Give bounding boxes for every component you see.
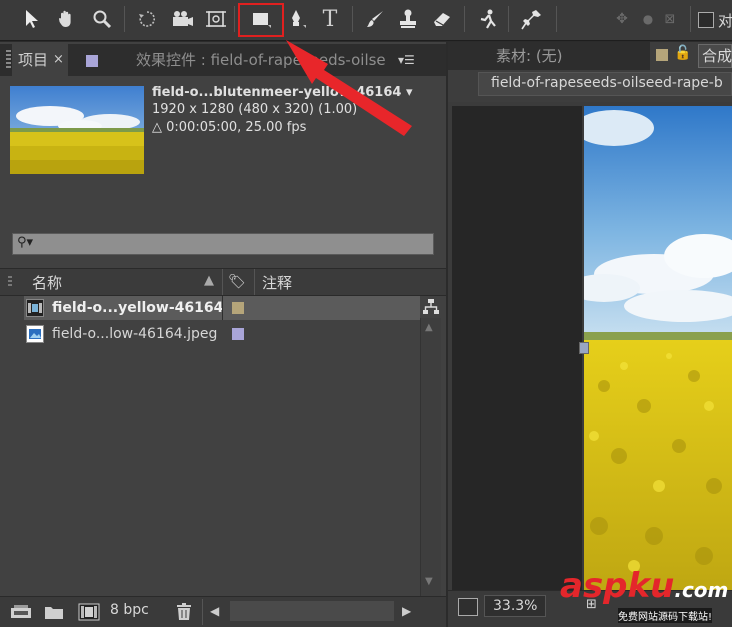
tab-footage[interactable]: 素材: (无) (496, 45, 563, 66)
always-preview-icon[interactable] (458, 598, 478, 616)
watermark-logo: aspku.com (560, 566, 728, 606)
zoom-dropdown[interactable]: 33.3% (484, 595, 546, 617)
pan-behind-tool-icon[interactable] (202, 5, 230, 33)
interpret-footage-icon[interactable] (10, 604, 32, 624)
new-composition-icon[interactable] (78, 603, 100, 625)
sort-ascending-icon[interactable]: ▲ (204, 273, 214, 288)
snapping-checkbox[interactable] (698, 12, 714, 28)
project-column-header: 名称 ▲ 🏷 注释 (0, 268, 446, 296)
axis-mode-icon[interactable]: ✥ (608, 5, 636, 33)
tab-close-icon[interactable]: × (53, 44, 64, 76)
pen-tool-icon[interactable] (282, 5, 310, 33)
composition-preview-image[interactable] (584, 106, 732, 590)
clone-stamp-tool-icon[interactable] (394, 5, 422, 33)
watermark-slogan: 免费网站源码下载站! (618, 608, 713, 623)
image-file-icon (26, 325, 44, 343)
toolbar-separator (124, 6, 125, 32)
project-search-input[interactable]: ⚲▾ (12, 233, 434, 255)
comp-label-color-icon (656, 49, 668, 61)
column-divider (222, 269, 223, 295)
camera-tool-icon[interactable] (168, 5, 196, 33)
tab-effect-controls[interactable]: 效果控件 : field-of-rapeseeds-oilse (136, 44, 394, 76)
horizontal-scrollbar[interactable] (230, 601, 394, 621)
flowchart-icon[interactable] (422, 298, 440, 316)
label-color-swatch[interactable] (232, 302, 244, 314)
label-color-swatch[interactable] (232, 328, 244, 340)
column-divider (254, 269, 255, 295)
composition-dropdown[interactable]: field-of-rapeseeds-oilseed-rape-b (478, 72, 732, 96)
tab-project-label: 项目 (18, 51, 49, 69)
toolbar-separator (234, 6, 235, 32)
project-item-dimensions: 1920 x 1280 (480 x 320) (1.00) (152, 102, 358, 117)
toolbar-separator (352, 6, 353, 32)
scroll-up-icon[interactable]: ▲ (425, 322, 433, 333)
bottombar-divider (202, 599, 203, 625)
lock-icon[interactable]: 🔓 (674, 45, 691, 61)
project-scrollbar[interactable]: ▲ ▼ (420, 318, 441, 596)
toolbar-separator (464, 6, 465, 32)
layer-handle[interactable] (579, 342, 589, 354)
viewer-tabbar: 素材: (无) 🔓 合成 (448, 42, 732, 70)
rotation-tool-icon[interactable] (133, 5, 161, 33)
scroll-left-icon[interactable]: ◀ (210, 604, 219, 618)
brush-tool-icon[interactable] (362, 5, 390, 33)
view-axis-icon[interactable]: ⊠ (656, 5, 684, 33)
toolbar-separator (690, 6, 691, 32)
puppet-tool-icon[interactable] (518, 5, 546, 33)
project-item-name: field-o...low-46164.jpeg (52, 326, 218, 342)
project-item-row[interactable]: field-o...low-46164.jpeg (24, 322, 420, 346)
tab-composition-label[interactable]: 合成 (702, 45, 732, 66)
label-tag-icon[interactable]: 🏷 (228, 274, 246, 290)
composition-pasteboard (452, 106, 582, 590)
watermark-brand: aspku (560, 566, 675, 606)
project-item-name: field-o...yellow-46164 (52, 300, 224, 316)
composition-icon (26, 299, 44, 317)
project-panel-tabbar: 项目 × 效果控件 : field-of-rapeseeds-oilse ▾☰ (0, 44, 446, 76)
watermark-domain-suffix: .com (674, 578, 729, 602)
eraser-tool-icon[interactable] (428, 5, 456, 33)
rectangle-tool-highlight (238, 3, 284, 37)
column-name-header[interactable]: 名称 (32, 272, 62, 293)
snapping-label: 对 (718, 12, 732, 30)
new-folder-icon[interactable] (44, 604, 64, 624)
zoom-tool-icon[interactable] (88, 5, 116, 33)
row-divider (222, 296, 223, 320)
zoom-value: 33.3% (493, 598, 538, 614)
delete-trash-icon[interactable] (176, 603, 192, 625)
composition-name: field-of-rapeseeds-oilseed-rape-b (491, 75, 723, 91)
panel-grip-icon[interactable] (6, 50, 11, 70)
footage-thumbnail (10, 86, 144, 174)
selection-tool-icon[interactable] (18, 5, 46, 33)
scroll-down-icon[interactable]: ▼ (425, 576, 433, 587)
color-depth-label[interactable]: 8 bpc (110, 602, 149, 618)
roto-brush-tool-icon[interactable] (474, 5, 502, 33)
project-item-row[interactable]: field-o...yellow-46164 (24, 296, 420, 320)
viewer-subbar: field-of-rapeseeds-oilseed-rape-b (448, 70, 732, 102)
effects-label-color-icon (86, 55, 98, 67)
project-item-duration: △ 0:00:05:00, 25.00 fps (152, 120, 307, 135)
toolbar-separator (556, 6, 557, 32)
panel-menu-icon[interactable]: ▾☰ (398, 44, 415, 76)
column-grip-icon (8, 276, 12, 288)
toolbar: T ✥ ● ⊠ 对 (0, 0, 732, 41)
toolbar-separator (508, 6, 509, 32)
search-icon[interactable]: ⚲▾ (17, 235, 33, 250)
hand-tool-icon[interactable] (52, 5, 80, 33)
type-tool-icon[interactable]: T (316, 5, 344, 33)
project-item-title[interactable]: field-o...blutenmeer-yellow-46164 ▾ (152, 84, 412, 102)
scroll-right-icon[interactable]: ▶ (402, 604, 411, 618)
project-bottom-bar: 8 bpc ◀ ▶ (0, 596, 446, 627)
column-comment-header[interactable]: 注释 (262, 272, 292, 293)
